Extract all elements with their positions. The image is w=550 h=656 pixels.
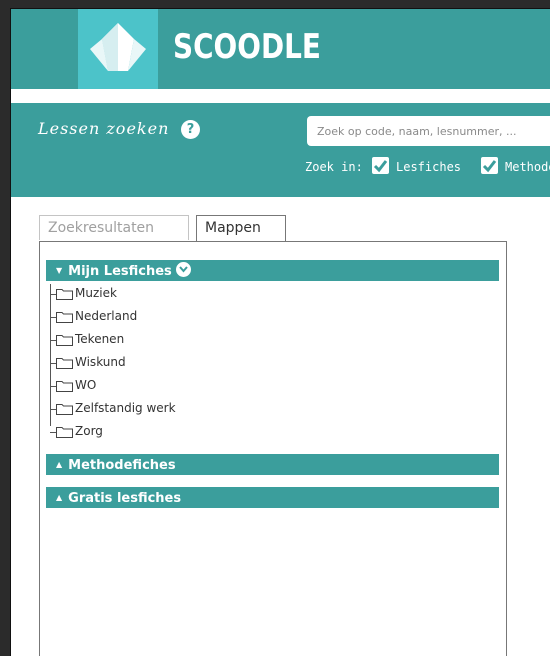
search-bar: Lessen zoeken ? Zoek in: Lesfiches Metho… — [11, 103, 550, 197]
search-input[interactable] — [307, 116, 550, 146]
folder-label: Wiskund — [75, 355, 126, 369]
search-scope-label: Zoek in: — [305, 160, 363, 174]
folder-icon — [56, 358, 73, 369]
brand-name: SCOODLE — [173, 27, 321, 67]
logo[interactable] — [78, 9, 158, 89]
section-gratis-lesfiches[interactable]: ▲ Gratis lesfiches — [46, 487, 499, 508]
search-title: Lessen zoeken — [38, 119, 170, 138]
app-window: SCOODLE Lessen zoeken ? Zoek in: Lesfich… — [10, 8, 550, 656]
checkmark-icon — [373, 160, 388, 173]
folders-panel: ▼ Mijn Lesfiches Muziek Nederland Tekenen — [39, 241, 507, 656]
top-header: SCOODLE — [11, 9, 550, 89]
folder-label: Nederland — [75, 309, 138, 323]
folder-label: Muziek — [75, 286, 117, 300]
folder-icon — [56, 289, 73, 300]
folder-label: Zorg — [75, 424, 103, 438]
filter-methodefiches-label[interactable]: Methodefiches — [505, 160, 550, 174]
caret-up-icon: ▲ — [56, 493, 63, 502]
help-icon[interactable]: ? — [181, 120, 200, 139]
section-mijn-lesfiches[interactable]: ▼ Mijn Lesfiches — [46, 260, 499, 281]
filter-lesfiches-checkbox[interactable] — [372, 157, 389, 174]
header-divider — [11, 89, 550, 103]
checkmark-icon — [482, 160, 497, 173]
tab-zoekresultaten[interactable]: Zoekresultaten — [39, 215, 189, 240]
folder-label: Zelfstandig werk — [75, 401, 176, 415]
tab-mappen[interactable]: Mappen — [196, 215, 286, 242]
folder-icon — [56, 312, 73, 323]
folder-label: Tekenen — [75, 332, 125, 346]
tree-connector — [50, 284, 51, 426]
section-title: Mijn Lesfiches — [68, 264, 172, 279]
section-title: Gratis lesfiches — [68, 491, 182, 506]
filter-lesfiches-label[interactable]: Lesfiches — [396, 160, 461, 174]
folder-icon — [56, 427, 73, 438]
folder-icon — [56, 381, 73, 392]
folder-icon — [56, 404, 73, 415]
folder-label: WO — [75, 378, 97, 392]
filter-methodefiches-checkbox[interactable] — [481, 157, 498, 174]
circle-chevron-down-icon[interactable] — [175, 262, 191, 277]
section-title: Methodefiches — [68, 458, 176, 473]
folder-icon — [56, 335, 73, 346]
section-methodefiches[interactable]: ▲ Methodefiches — [46, 454, 499, 475]
caret-up-icon: ▲ — [56, 460, 63, 469]
scoodle-logo-icon — [90, 23, 146, 71]
caret-down-icon: ▼ — [56, 266, 63, 275]
